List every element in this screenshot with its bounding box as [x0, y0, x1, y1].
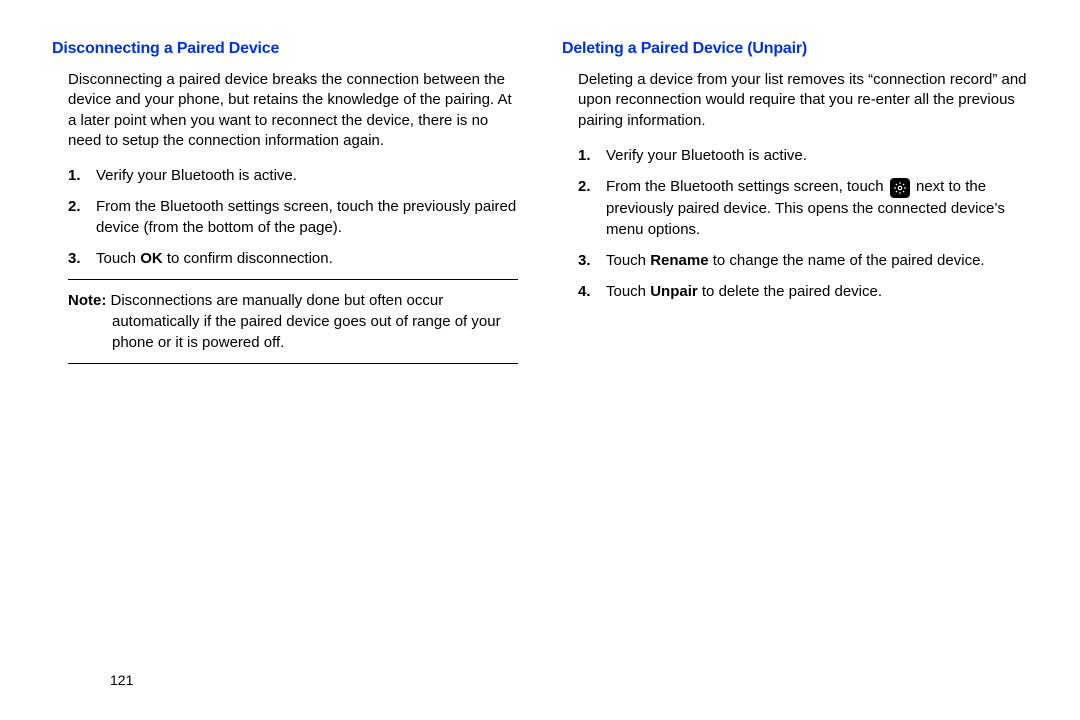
left-column: Disconnecting a Paired Device Disconnect… [52, 40, 518, 690]
gear-icon [890, 178, 910, 198]
step2-pre: From the Bluetooth settings screen, touc… [606, 178, 888, 195]
note-body: Note: Disconnections are manually done b… [68, 286, 518, 357]
unpair-label: Unpair [650, 283, 698, 300]
rename-label: Rename [650, 252, 708, 269]
step3-post: to confirm disconnection. [163, 250, 333, 267]
unpair-step-3: Touch Rename to change the name of the p… [578, 250, 1028, 271]
note-text-line: Note: Disconnections are manually done b… [68, 290, 518, 353]
step4-pre: Touch [606, 283, 650, 300]
disconnect-step-3: Touch OK to confirm disconnection. [68, 248, 518, 269]
unpair-step-2: From the Bluetooth settings screen, touc… [578, 176, 1028, 240]
disconnect-steps: Verify your Bluetooth is active. From th… [68, 165, 518, 269]
unpair-step-1: Verify your Bluetooth is active. [578, 145, 1028, 166]
note-label: Note: [68, 292, 106, 309]
unpair-intro: Deleting a device from your list removes… [578, 70, 1028, 131]
note-text: Disconnections are manually done but oft… [106, 292, 500, 351]
unpair-heading: Deleting a Paired Device (Unpair) [562, 40, 1028, 58]
step3-pre: Touch [606, 252, 650, 269]
step4-post: to delete the paired device. [698, 283, 882, 300]
step3-pre: Touch [96, 250, 140, 267]
disconnect-step-2: From the Bluetooth settings screen, touc… [68, 196, 518, 238]
unpair-steps: Verify your Bluetooth is active. From th… [578, 145, 1028, 302]
page-number: 121 [110, 672, 133, 688]
step3-post: to change the name of the paired device. [709, 252, 985, 269]
right-column: Deleting a Paired Device (Unpair) Deleti… [562, 40, 1028, 690]
manual-page: Disconnecting a Paired Device Disconnect… [0, 0, 1080, 720]
disconnect-intro: Disconnecting a paired device breaks the… [68, 70, 518, 151]
unpair-step-4: Touch Unpair to delete the paired device… [578, 281, 1028, 302]
note-block: Note: Disconnections are manually done b… [68, 279, 518, 364]
note-rule-top [68, 279, 518, 280]
disconnect-step-1: Verify your Bluetooth is active. [68, 165, 518, 186]
step3-ok-label: OK [140, 250, 163, 267]
disconnect-heading: Disconnecting a Paired Device [52, 40, 518, 58]
note-rule-bottom [68, 363, 518, 364]
